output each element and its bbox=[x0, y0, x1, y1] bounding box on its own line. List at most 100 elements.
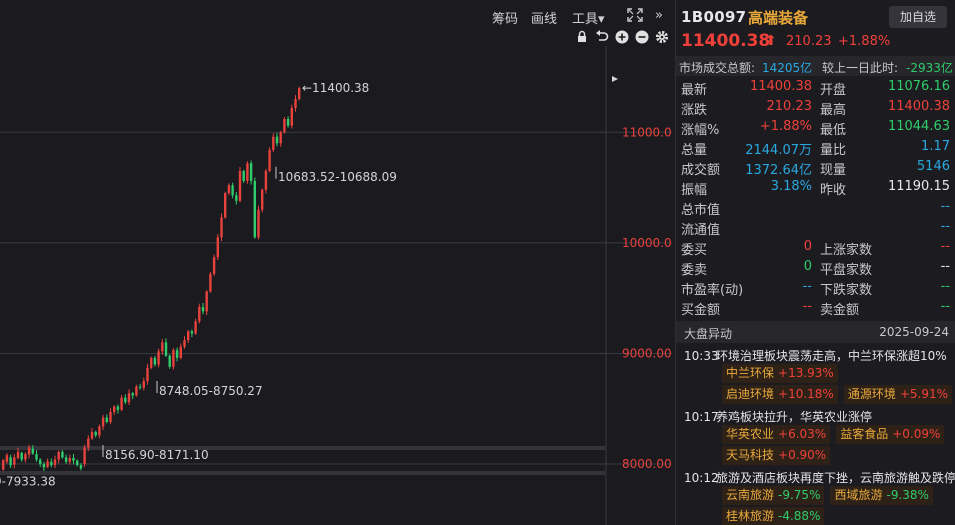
stock-chip[interactable]: 华英农业 +6.03% bbox=[722, 425, 831, 444]
stock-pct: -9.75% bbox=[778, 488, 821, 502]
quote-row: 成交额 1372.64亿 现量 5146 bbox=[676, 157, 955, 178]
candle-body bbox=[135, 386, 138, 396]
candle-body bbox=[279, 132, 282, 144]
quote-row: 振幅 3.18% 昨收 11190.15 bbox=[676, 177, 955, 198]
event-title: 10:12旅游及酒店板块再度下挫，云南旅游触及跌停 bbox=[684, 465, 955, 486]
quote-row: 最新 11400.38 开盘 11076.16 bbox=[676, 77, 955, 98]
candle-body bbox=[261, 189, 264, 210]
candle-body bbox=[212, 257, 216, 274]
stock-pct: +0.09% bbox=[892, 427, 941, 441]
quote-value: 0 bbox=[803, 239, 812, 254]
quote-row: 流通值 -- bbox=[676, 217, 955, 238]
candle-body bbox=[13, 457, 16, 465]
stock-chip[interactable]: 中兰环保 +13.93% bbox=[722, 364, 838, 383]
candle-body bbox=[24, 454, 27, 460]
tab-chips[interactable]: 筹码 bbox=[492, 8, 518, 27]
zoom-out-icon[interactable] bbox=[634, 30, 650, 46]
candle-body bbox=[268, 149, 271, 171]
quote-value: 0 bbox=[803, 259, 812, 274]
candle-body bbox=[242, 170, 245, 181]
candle-body bbox=[20, 452, 23, 460]
quote-value: 11400.38 bbox=[887, 99, 950, 114]
candle-body bbox=[138, 386, 142, 388]
stock-chip[interactable]: 天马科技 +0.90% bbox=[722, 446, 831, 465]
event-item[interactable]: 10:17养鸡板块拉升，华英农业涨停 华英农业 +6.03% 益客食品 +0.09% 天马… bbox=[676, 404, 955, 465]
market-events-list[interactable]: 10:33环境治理板块震荡走高，中兰环保涨超10% 中兰环保 +13.93% 启迪环境… bbox=[676, 343, 955, 525]
quote-label: 上涨家数 bbox=[820, 243, 873, 258]
stock-chip[interactable]: 桂林旅游 -4.88% bbox=[722, 507, 825, 525]
quote-value: 11044.63 bbox=[887, 119, 950, 134]
quote-label: 现量 bbox=[820, 163, 847, 178]
quote-value: -- bbox=[940, 239, 950, 254]
candle-body bbox=[253, 180, 256, 238]
quote-label: 下跌家数 bbox=[820, 283, 873, 298]
stock-name: 启迪环境 bbox=[726, 387, 775, 401]
quote-label: 委卖 bbox=[681, 263, 708, 278]
quote-label: 最高 bbox=[820, 103, 847, 118]
events-date: 2025-09-24 bbox=[879, 325, 949, 339]
stock-chip[interactable]: 益客食品 +0.09% bbox=[836, 425, 945, 444]
candle-body bbox=[68, 457, 71, 462]
candle-body bbox=[94, 431, 97, 436]
candle-body bbox=[124, 397, 127, 403]
quote-value: -- bbox=[802, 279, 812, 294]
stock-chip[interactable]: 西域旅游 -9.38% bbox=[830, 486, 933, 505]
candlestick-chart[interactable]: 11000.00 10000.00 9000.00 8000.00 ←11400.38 1… bbox=[0, 0, 672, 525]
quote-value: -- bbox=[802, 299, 812, 314]
quote-row: 总量 2144.07万 量比 1.17 bbox=[676, 137, 955, 158]
tab-drawing[interactable]: 画线 bbox=[531, 8, 557, 27]
stock-chip[interactable]: 云南旅游 -9.75% bbox=[722, 486, 825, 505]
candle-body bbox=[249, 163, 253, 181]
quote-label: 昨收 bbox=[820, 183, 847, 198]
y-axis-tick-label: 11000.00 bbox=[622, 125, 672, 139]
stock-pct: +0.90% bbox=[778, 448, 827, 462]
last-price: 11400.38 bbox=[681, 31, 771, 51]
stock-chip[interactable]: 启迪环境 +10.18% bbox=[722, 385, 838, 404]
candle-body bbox=[9, 457, 12, 466]
candle-body bbox=[27, 447, 31, 455]
quote-label: 委买 bbox=[681, 243, 708, 258]
gear-icon[interactable] bbox=[654, 30, 670, 46]
candle-body bbox=[283, 118, 286, 133]
candle-body bbox=[53, 459, 57, 466]
stock-chip[interactable]: 通源环境 +5.91% bbox=[843, 385, 953, 404]
double-chevron-right-icon[interactable]: » bbox=[655, 8, 663, 23]
price-annotation: 8748.05-8750.27 bbox=[159, 384, 263, 398]
candle-body bbox=[220, 217, 223, 238]
candle-body bbox=[2, 460, 5, 470]
event-item[interactable]: 10:33环境治理板块震荡走高，中兰环保涨超10% 中兰环保 +13.93% 启迪环境… bbox=[676, 343, 955, 404]
quote-label: 成交额 bbox=[681, 163, 721, 178]
candle-body bbox=[168, 355, 171, 367]
quote-label: 涨跌 bbox=[681, 103, 708, 118]
candle-body bbox=[224, 193, 227, 218]
quote-value: +1.88% bbox=[759, 119, 812, 134]
fullscreen-icon[interactable] bbox=[627, 8, 643, 26]
index-name: 高端装备 bbox=[748, 9, 809, 27]
candle-body bbox=[109, 412, 112, 423]
quote-row: 委卖 0 平盘家数 -- bbox=[676, 257, 955, 278]
y-axis-tick-label: 8000.00 bbox=[622, 457, 672, 471]
y-axis-tick-label: 10000.00 bbox=[622, 236, 672, 250]
zoom-in-icon[interactable] bbox=[614, 30, 630, 46]
candle-body bbox=[16, 451, 20, 458]
candle-body bbox=[79, 465, 83, 469]
event-stocks: 华英农业 +6.03% 益客食品 +0.09% 天马科技 +0.90% bbox=[684, 425, 955, 465]
candle-body bbox=[164, 342, 168, 356]
event-item[interactable]: 10:12旅游及酒店板块再度下挫，云南旅游触及跌停 云南旅游 -9.75% 西域旅游 -… bbox=[676, 465, 955, 525]
lock-icon[interactable] bbox=[574, 30, 590, 46]
candle-body bbox=[50, 461, 53, 466]
quote-label: 平盘家数 bbox=[820, 263, 873, 278]
compare-value: -2933亿 bbox=[906, 61, 953, 75]
add-watchlist-button[interactable]: 加自选 bbox=[889, 6, 947, 28]
tab-tools[interactable]: 工具▾ bbox=[572, 8, 605, 27]
undo-icon[interactable] bbox=[594, 30, 610, 46]
quote-value: -- bbox=[940, 199, 950, 214]
candle-body bbox=[76, 460, 79, 466]
chart-pane[interactable]: 11000.00 10000.00 9000.00 8000.00 ←11400.38 1… bbox=[0, 0, 672, 525]
quote-header: 1B0097 高端装备 加自选 11400.38 ⬆ 210.23 +1.88% bbox=[676, 0, 955, 56]
quote-label: 振幅 bbox=[681, 183, 708, 198]
price-annotation: ←11400.38 bbox=[302, 81, 369, 95]
stock-pct: +6.03% bbox=[778, 427, 827, 441]
quote-value: 1372.64亿 bbox=[745, 163, 812, 178]
quote-table: 最新 11400.38 开盘 11076.16 涨跌 210.23 最高 11400.38 涨幅… bbox=[676, 76, 955, 318]
